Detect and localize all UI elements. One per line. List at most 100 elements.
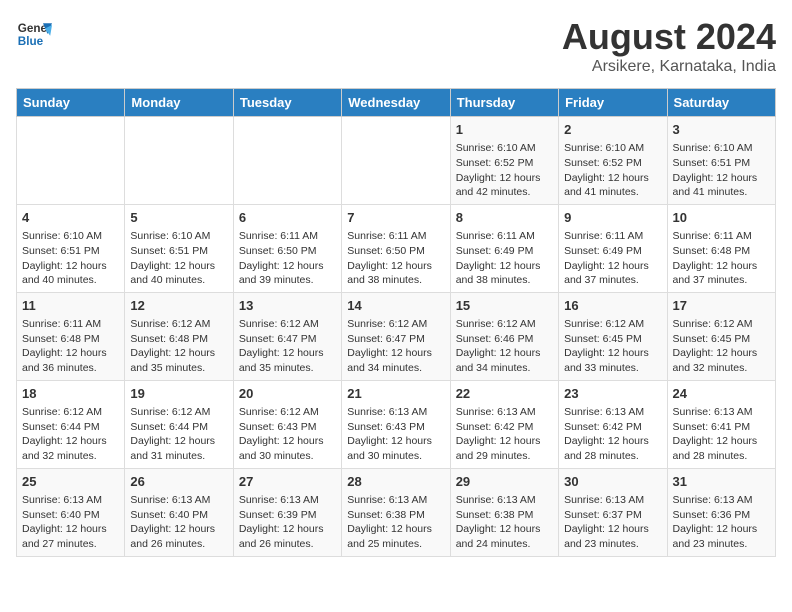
day-number: 8 [456,209,553,227]
calendar-week-row: 25Sunrise: 6:13 AMSunset: 6:40 PMDayligh… [17,468,776,556]
calendar-cell: 11Sunrise: 6:11 AMSunset: 6:48 PMDayligh… [17,292,125,380]
day-info: Sunset: 6:45 PM [673,333,751,345]
calendar-cell: 25Sunrise: 6:13 AMSunset: 6:40 PMDayligh… [17,468,125,556]
day-info: Daylight: 12 hours [564,435,649,447]
calendar-cell: 13Sunrise: 6:12 AMSunset: 6:47 PMDayligh… [233,292,341,380]
day-info: Sunrise: 6:11 AM [456,230,535,242]
day-info: and 35 minutes. [130,362,205,374]
calendar-cell: 30Sunrise: 6:13 AMSunset: 6:37 PMDayligh… [559,468,667,556]
day-info: Sunrise: 6:12 AM [673,318,753,330]
calendar-cell: 23Sunrise: 6:13 AMSunset: 6:42 PMDayligh… [559,380,667,468]
day-info: Daylight: 12 hours [239,347,324,359]
day-info: and 37 minutes. [673,274,748,286]
day-info: Daylight: 12 hours [673,347,758,359]
calendar-cell: 10Sunrise: 6:11 AMSunset: 6:48 PMDayligh… [667,204,775,292]
day-info: Sunrise: 6:11 AM [564,230,643,242]
calendar-cell: 22Sunrise: 6:13 AMSunset: 6:42 PMDayligh… [450,380,558,468]
day-info: Sunset: 6:50 PM [347,245,425,257]
day-info: Daylight: 12 hours [347,260,432,272]
day-info: Sunrise: 6:13 AM [456,406,536,418]
day-info: Daylight: 12 hours [130,347,215,359]
calendar-cell [17,117,125,205]
calendar-cell: 17Sunrise: 6:12 AMSunset: 6:45 PMDayligh… [667,292,775,380]
calendar-week-row: 1Sunrise: 6:10 AMSunset: 6:52 PMDaylight… [17,117,776,205]
day-info: Sunset: 6:47 PM [239,333,317,345]
calendar-cell: 20Sunrise: 6:12 AMSunset: 6:43 PMDayligh… [233,380,341,468]
day-number: 6 [239,209,336,227]
header-day-friday: Friday [559,89,667,117]
calendar-cell: 5Sunrise: 6:10 AMSunset: 6:51 PMDaylight… [125,204,233,292]
calendar-cell: 3Sunrise: 6:10 AMSunset: 6:51 PMDaylight… [667,117,775,205]
day-info: Sunrise: 6:13 AM [22,494,102,506]
day-info: and 23 minutes. [673,538,748,550]
day-info: and 28 minutes. [673,450,748,462]
day-info: and 38 minutes. [456,274,531,286]
day-info: Daylight: 12 hours [564,347,649,359]
calendar-cell: 12Sunrise: 6:12 AMSunset: 6:48 PMDayligh… [125,292,233,380]
day-info: Sunrise: 6:13 AM [130,494,210,506]
calendar-cell: 9Sunrise: 6:11 AMSunset: 6:49 PMDaylight… [559,204,667,292]
day-info: Sunrise: 6:13 AM [347,406,427,418]
day-info: and 42 minutes. [456,186,531,198]
calendar-cell: 26Sunrise: 6:13 AMSunset: 6:40 PMDayligh… [125,468,233,556]
day-info: Sunset: 6:45 PM [564,333,642,345]
calendar-cell: 8Sunrise: 6:11 AMSunset: 6:49 PMDaylight… [450,204,558,292]
day-info: Sunset: 6:43 PM [347,421,425,433]
day-number: 26 [130,473,227,491]
day-number: 25 [22,473,119,491]
day-info: and 41 minutes. [673,186,748,198]
day-info: and 39 minutes. [239,274,314,286]
calendar-week-row: 4Sunrise: 6:10 AMSunset: 6:51 PMDaylight… [17,204,776,292]
day-info: and 34 minutes. [456,362,531,374]
calendar-cell [125,117,233,205]
day-info: Sunrise: 6:11 AM [673,230,752,242]
day-info: Daylight: 12 hours [456,260,541,272]
day-info: Sunrise: 6:13 AM [239,494,319,506]
day-info: Sunrise: 6:11 AM [22,318,101,330]
day-info: and 33 minutes. [564,362,639,374]
day-info: Daylight: 12 hours [347,347,432,359]
day-number: 16 [564,297,661,315]
day-number: 5 [130,209,227,227]
calendar-cell: 4Sunrise: 6:10 AMSunset: 6:51 PMDaylight… [17,204,125,292]
page-header: General Blue August 2024 Arsikere, Karna… [16,16,776,76]
day-info: Sunrise: 6:10 AM [673,142,753,154]
day-number: 24 [673,385,770,403]
day-info: Daylight: 12 hours [456,523,541,535]
day-number: 11 [22,297,119,315]
calendar-table: SundayMondayTuesdayWednesdayThursdayFrid… [16,88,776,557]
day-info: Daylight: 12 hours [564,523,649,535]
day-number: 7 [347,209,444,227]
day-info: Daylight: 12 hours [456,435,541,447]
day-info: Sunset: 6:39 PM [239,509,317,521]
day-info: Sunset: 6:41 PM [673,421,751,433]
day-info: Sunrise: 6:12 AM [22,406,102,418]
calendar-cell: 29Sunrise: 6:13 AMSunset: 6:38 PMDayligh… [450,468,558,556]
svg-text:Blue: Blue [18,35,44,48]
day-info: Daylight: 12 hours [564,172,649,184]
day-info: Daylight: 12 hours [239,523,324,535]
day-info: and 35 minutes. [239,362,314,374]
day-info: Daylight: 12 hours [22,523,107,535]
day-info: Daylight: 12 hours [347,435,432,447]
day-info: Daylight: 12 hours [239,260,324,272]
day-info: Sunset: 6:50 PM [239,245,317,257]
day-number: 23 [564,385,661,403]
day-info: Daylight: 12 hours [673,260,758,272]
day-info: Sunset: 6:44 PM [22,421,100,433]
day-info: Daylight: 12 hours [673,172,758,184]
day-info: Sunrise: 6:10 AM [130,230,210,242]
day-info: Daylight: 12 hours [239,435,324,447]
day-number: 9 [564,209,661,227]
day-number: 28 [347,473,444,491]
calendar-cell: 14Sunrise: 6:12 AMSunset: 6:47 PMDayligh… [342,292,450,380]
calendar-cell: 21Sunrise: 6:13 AMSunset: 6:43 PMDayligh… [342,380,450,468]
day-number: 10 [673,209,770,227]
day-info: and 25 minutes. [347,538,422,550]
calendar-cell: 28Sunrise: 6:13 AMSunset: 6:38 PMDayligh… [342,468,450,556]
day-info: and 27 minutes. [22,538,97,550]
day-info: Sunrise: 6:12 AM [130,318,210,330]
day-info: and 32 minutes. [673,362,748,374]
logo-icon: General Blue [16,16,52,52]
day-number: 2 [564,121,661,139]
